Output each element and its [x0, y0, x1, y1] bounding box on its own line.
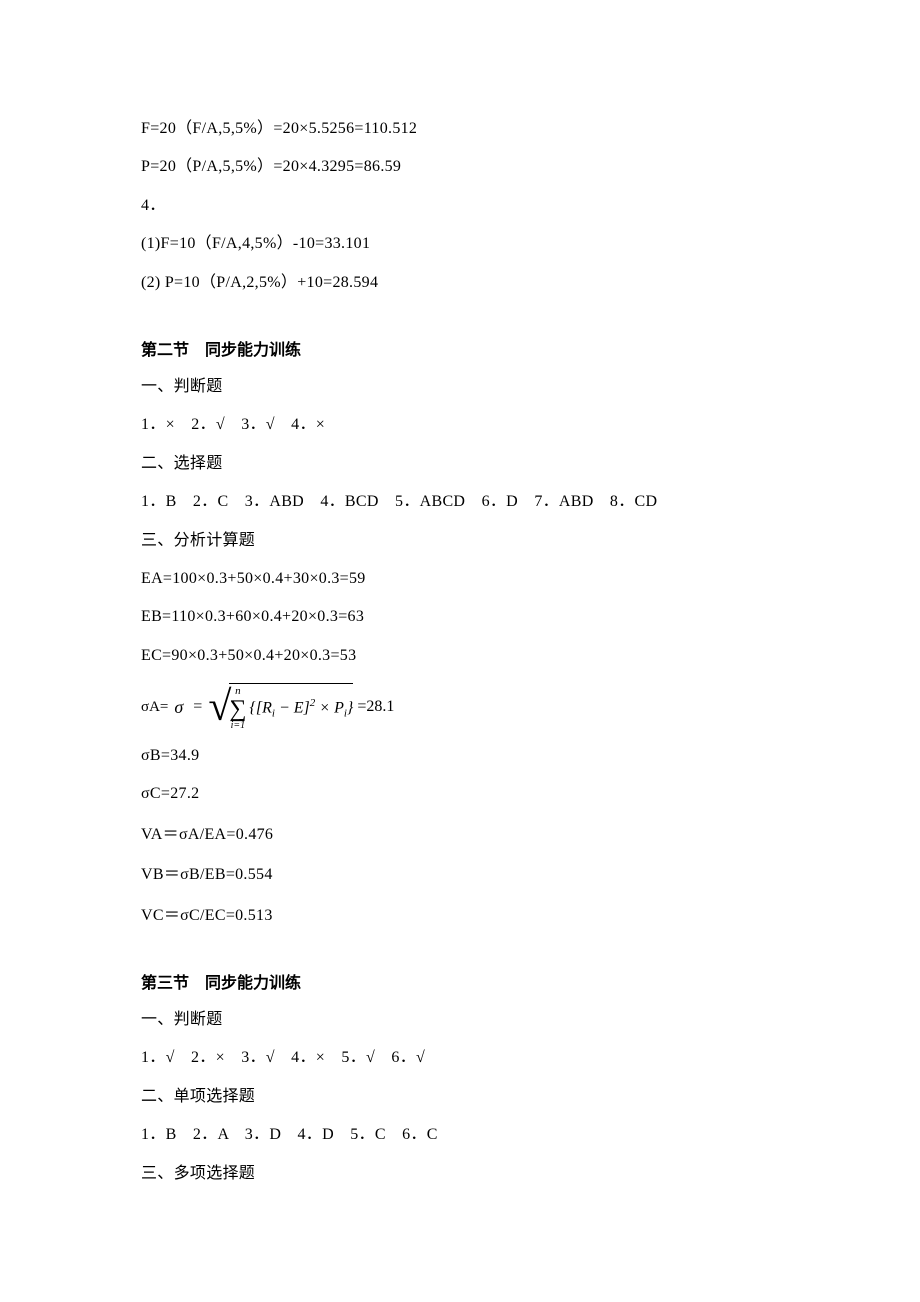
- page-container: F=20（F/A,5,5%）=20×5.5256=110.512 P=20（P/…: [0, 0, 920, 1302]
- sec3-single-choice-answers: 1．B 2．A 3．D 4．D 5．C 6．C: [141, 1124, 779, 1146]
- vc-line: VC＝σC/EC=0.513: [141, 905, 779, 927]
- sec3-judge-answers: 1．√ 2．× 3．√ 4．× 5．√ 6．√: [141, 1047, 779, 1069]
- sec3-single-choice-heading: 二、单项选择题: [141, 1086, 779, 1108]
- calc-line-4-1: (1)F=10（F/A,4,5%）-10=33.101: [141, 233, 779, 255]
- sigma-a-prefix: σA=: [141, 699, 168, 716]
- item-4-marker: 4．: [141, 195, 779, 217]
- calc-line-f: F=20（F/A,5,5%）=20×5.5256=110.512: [141, 118, 779, 140]
- sec2-calc-heading: 三、分析计算题: [141, 530, 779, 552]
- sqrt-icon: √: [208, 686, 231, 728]
- formula-expression: {[Ri − E]2 × Pi}: [249, 697, 353, 720]
- sigma-b: σB=34.9: [141, 745, 779, 767]
- sec2-choice-answers: 1．B 2．C 3．ABD 4．BCD 5．ABCD 6．D 7．ABD 8．C…: [141, 491, 779, 513]
- va-line: VA＝σA/EA=0.476: [141, 824, 779, 846]
- sqrt-content: n ∑ i=1 {[Ri − E]2 × Pi}: [229, 683, 353, 731]
- sigma-symbol: σ: [174, 697, 183, 718]
- summation-icon: n ∑ i=1: [229, 686, 246, 731]
- calc-ec: EC=90×0.3+50×0.4+20×0.3=53: [141, 645, 779, 667]
- equals-1: =: [193, 698, 202, 716]
- sec2-judge-answers: 1．× 2．√ 3．√ 4．×: [141, 414, 779, 436]
- section-2-heading: 第二节 同步能力训练: [141, 336, 779, 360]
- sigma-c: σC=27.2: [141, 783, 779, 805]
- section-3-heading: 第三节 同步能力训练: [141, 969, 779, 993]
- sec3-multi-choice-heading: 三、多项选择题: [141, 1163, 779, 1185]
- sigma-a-result: =28.1: [357, 698, 394, 716]
- vb-line: VB＝σB/EB=0.554: [141, 864, 779, 886]
- sigma-a-formula: σA= σ = √ n ∑ i=1 {[Ri − E]2 × Pi} =28.1: [141, 683, 779, 731]
- sec3-judge-heading: 一、判断题: [141, 1009, 779, 1031]
- sec2-choice-heading: 二、选择题: [141, 453, 779, 475]
- calc-line-p: P=20（P/A,5,5%）=20×4.3295=86.59: [141, 156, 779, 178]
- calc-eb: EB=110×0.3+60×0.4+20×0.3=63: [141, 606, 779, 628]
- calc-ea: EA=100×0.3+50×0.4+30×0.3=59: [141, 568, 779, 590]
- calc-line-4-2: (2) P=10（P/A,2,5%）+10=28.594: [141, 272, 779, 294]
- sec2-judge-heading: 一、判断题: [141, 376, 779, 398]
